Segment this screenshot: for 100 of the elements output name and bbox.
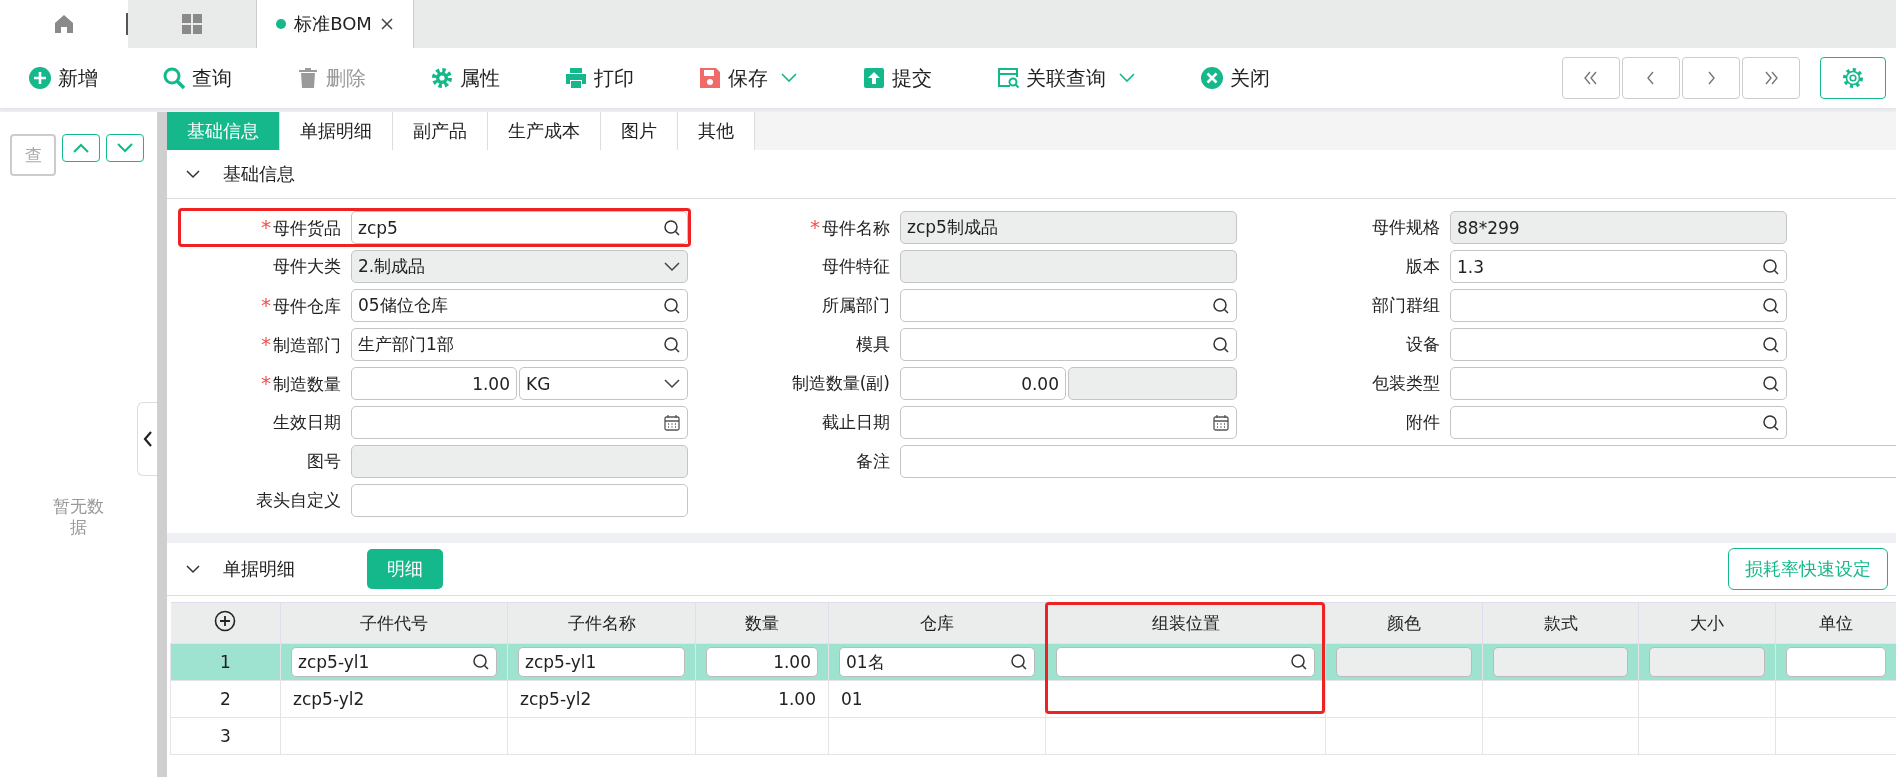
toolbar-button[interactable]: 关闭: [1200, 64, 1270, 92]
toolbar-button[interactable]: 新增: [28, 64, 98, 92]
field-label: 图号: [306, 450, 342, 473]
toolbar-button[interactable]: 属性: [430, 64, 500, 92]
search-icon: [663, 335, 681, 354]
field-label: 生效日期: [272, 411, 342, 434]
toolbar-button[interactable]: 打印: [564, 64, 634, 92]
search-icon: [663, 218, 681, 237]
search-field[interactable]: zcp5: [351, 211, 688, 244]
next-button[interactable]: [106, 134, 144, 162]
calendar-icon: [663, 413, 681, 432]
add-row-icon[interactable]: [214, 610, 237, 632]
input-field[interactable]: [1493, 647, 1628, 677]
close-icon: [1200, 66, 1224, 90]
input-field[interactable]: [351, 484, 688, 517]
search-icon: [1212, 335, 1230, 354]
section-title: 单据明细: [223, 557, 295, 581]
field-label: *制造部门: [260, 332, 342, 357]
number-field[interactable]: 1.00: [351, 367, 517, 400]
column-header: 颜色: [1325, 602, 1483, 644]
input-field[interactable]: 1.00: [706, 647, 818, 677]
collapse-handle[interactable]: [137, 402, 157, 476]
chevron-left-icon: [142, 430, 153, 448]
table-row[interactable]: 3: [170, 717, 1896, 755]
tab[interactable]: 副产品: [393, 112, 488, 150]
search-field[interactable]: 05储位仓库: [351, 289, 688, 322]
trash-icon: [296, 66, 320, 90]
search-field[interactable]: [1450, 406, 1787, 439]
last-record-button[interactable]: [1742, 57, 1800, 99]
search-field[interactable]: 1.3: [1450, 250, 1787, 283]
toolbar-button[interactable]: 关联查询: [996, 64, 1136, 92]
date-field[interactable]: [900, 406, 1237, 439]
home-icon: [53, 13, 75, 35]
tab[interactable]: 图片: [601, 112, 678, 150]
input-field[interactable]: [1786, 647, 1886, 677]
field-label: 母件大类: [272, 255, 342, 278]
close-icon[interactable]: [379, 17, 394, 31]
field-label: 备注: [855, 450, 891, 473]
status-dot: [276, 19, 287, 29]
search-icon: [1290, 653, 1308, 671]
input-field[interactable]: [900, 445, 1896, 478]
search-icon: [663, 296, 681, 315]
field-label: *母件仓库: [260, 293, 342, 318]
search-field[interactable]: [1450, 289, 1787, 322]
input-field[interactable]: [1336, 647, 1472, 677]
next-record-button[interactable]: [1682, 57, 1740, 99]
first-record-button[interactable]: [1562, 57, 1620, 99]
document-tab[interactable]: 标准BOM: [256, 0, 414, 48]
previous-record-button[interactable]: [1622, 57, 1680, 99]
search-icon: [472, 653, 490, 671]
toolbar-button[interactable]: 查询: [162, 64, 232, 92]
search-icon: [162, 66, 186, 90]
table-row[interactable]: 2 zcp5-yl2 zcp5-yl2 1.00 01: [170, 680, 1896, 718]
field-label: 包装类型: [1371, 372, 1441, 395]
chevron-down-icon[interactable]: [185, 169, 201, 179]
search-field[interactable]: [900, 289, 1237, 322]
field-label: *母件货品: [260, 215, 342, 240]
chevron-down-icon[interactable]: [185, 564, 201, 574]
previous-button[interactable]: [62, 134, 100, 162]
search-icon: [1762, 257, 1780, 276]
input-field[interactable]: [1649, 647, 1765, 677]
table-cell: 01: [841, 689, 863, 709]
search-field[interactable]: [1056, 647, 1315, 677]
search-field[interactable]: [900, 328, 1237, 361]
grid-icon: [181, 13, 203, 35]
search-field[interactable]: [1450, 328, 1787, 361]
plus-icon: [28, 66, 52, 90]
section-title: 基础信息: [223, 162, 295, 186]
tab[interactable]: 生产成本: [488, 112, 601, 150]
printer-icon: [564, 66, 588, 90]
unit-select[interactable]: KG: [519, 367, 688, 400]
chevron-down-icon: [663, 377, 681, 390]
row-number: 2: [170, 680, 281, 718]
empty-text: 暂无数据: [52, 496, 105, 539]
settings-button[interactable]: [1820, 57, 1886, 99]
number-field[interactable]: 0.00: [900, 367, 1066, 400]
row-number: 1: [170, 643, 281, 681]
column-header: 数量: [695, 602, 829, 644]
toolbar-button[interactable]: 提交: [862, 64, 932, 92]
settings-icon: [1841, 66, 1865, 90]
search-field[interactable]: 01名: [839, 647, 1035, 677]
column-header: 子件代号: [280, 602, 508, 644]
field-label: 所属部门: [821, 294, 891, 317]
field-label: 制造数量(副): [790, 372, 891, 395]
table-cell: zcp5-yl2: [293, 689, 365, 709]
tab[interactable]: 其他: [678, 112, 755, 150]
floppy-icon: [698, 66, 722, 90]
toolbar-button[interactable]: 保存: [698, 64, 798, 92]
search-field[interactable]: zcp5-yl1: [291, 647, 497, 677]
field-label: 部门群组: [1371, 294, 1441, 317]
search-field[interactable]: [1450, 367, 1787, 400]
date-field[interactable]: [351, 406, 688, 439]
search-icon: [1762, 374, 1780, 393]
search-field[interactable]: 生产部门1部: [351, 328, 688, 361]
home-tab[interactable]: [0, 0, 128, 48]
tab[interactable]: 单据明细: [280, 112, 393, 150]
field-label: 表头自定义: [255, 489, 342, 512]
table-row[interactable]: 1 zcp5-yl1 zcp5-yl1 1.00 01名: [170, 643, 1896, 681]
field-label: 模具: [855, 333, 891, 356]
input-field[interactable]: zcp5-yl1: [518, 647, 685, 677]
